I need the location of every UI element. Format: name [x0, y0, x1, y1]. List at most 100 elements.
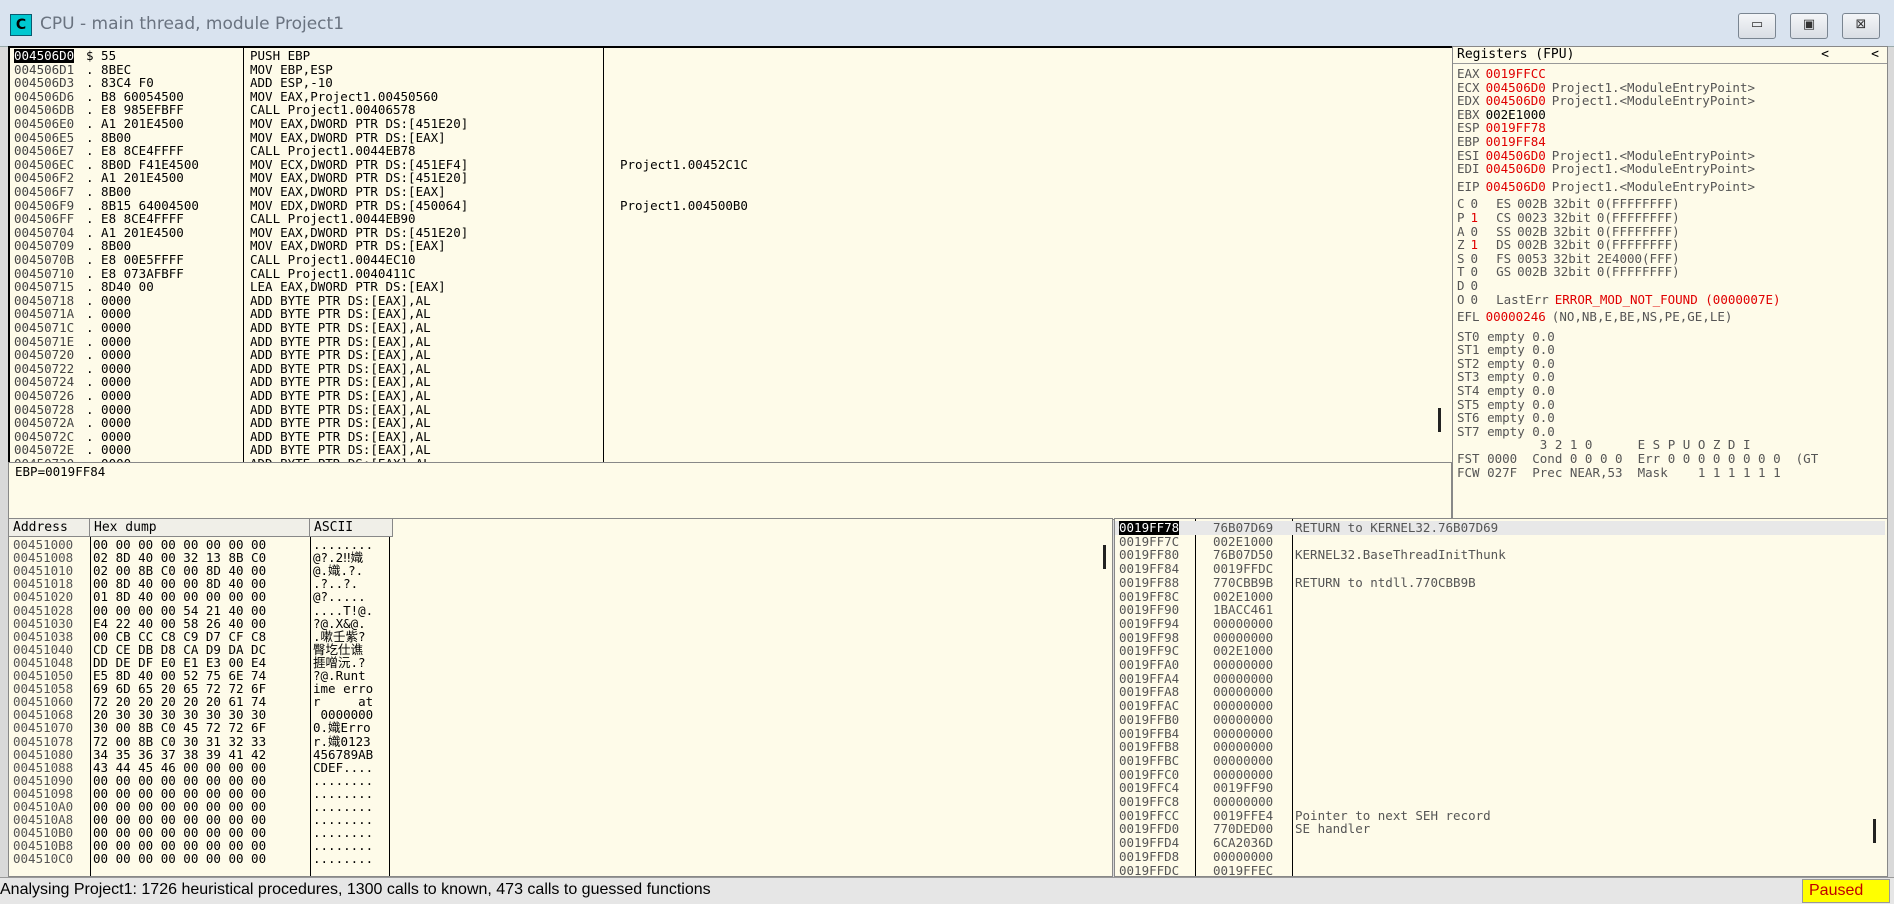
disasm-row[interactable]: 004506E0 . A1 201E4500 MOV EAX,DWORD PTR D… [10, 117, 1450, 131]
header-ascii[interactable]: ASCII [310, 519, 393, 537]
stack-row[interactable]: 0019FFA0 00000000 [1115, 658, 1885, 672]
disasm-instruction: ADD BYTE PTR DS:[EAX],AL [250, 306, 431, 322]
register-line: S 0 FS 0053 32bit 2E4000(FFF) [1457, 251, 1887, 266]
stack-row[interactable]: 0019FFA8 00000000 [1115, 685, 1885, 699]
register-line: O 0 LastErr ERROR_MOD_NOT_FOUND (0000007E) [1457, 292, 1887, 307]
efl-value: 00000246 [1485, 309, 1546, 325]
disasm-row[interactable]: 004506DB . E8 985EFBFF CALL Project1.00406… [10, 103, 1450, 117]
register-line: EIP 004506D0 Project1.<ModuleEntryPoint> [1457, 179, 1887, 194]
scrollbar-thumb[interactable] [1438, 408, 1441, 432]
stack-row[interactable]: 0019FFC4 0019FF90 [1115, 781, 1885, 795]
registers-pane[interactable]: Registers (FPU) < < EAX 0019FFCC ECX 004506… [1452, 46, 1888, 520]
disasm-row[interactable]: 004506D3 . 83C4 F0 ADD ESP,-10 [10, 76, 1450, 90]
hex-dump-pane[interactable]: Address Hex dump ASCII 00451000 00 00 00 … [8, 518, 1113, 877]
disasm-row[interactable]: 00450709 . 8B00 MOV EAX,DWORD PTR DS:[EAX] [10, 239, 1450, 253]
header-address[interactable]: Address [9, 519, 90, 537]
disasm-hex: . A1 201E4500 [86, 170, 184, 186]
stack-row[interactable]: 0019FFCC 0019FFE4 Pointer to next SEH reco… [1115, 808, 1885, 823]
stack-row[interactable]: 0019FF98 00000000 [1115, 630, 1885, 645]
dump-address: 00451040 [13, 641, 74, 657]
stack-row[interactable]: 0019FFD4 6CA2036D [1115, 836, 1885, 850]
stack-address: 0019FF7C [1119, 533, 1180, 549]
disasm-row[interactable]: 00450726 . 0000 ADD BYTE PTR DS:[EAX],AL [10, 389, 1450, 403]
dump-row[interactable]: 00451088 43 44 45 46 00 00 00 00 CDEF.... [9, 761, 1109, 774]
disasm-row[interactable]: 004506FF . E8 8CE4FFFF CALL Project1.0044E… [10, 212, 1450, 226]
maximize-button[interactable]: ▣ [1790, 13, 1828, 39]
disasm-row[interactable]: 004506E7 . E8 8CE4FFFF CALL Project1.0044E… [10, 144, 1450, 158]
stack-row[interactable]: 0019FF88 770CBB9B RETURN to ntdll.770CBB9B [1115, 576, 1885, 590]
stack-row[interactable]: 0019FF84 0019FFDC [1115, 562, 1885, 576]
disasm-row[interactable]: 004506F2 . A1 201E4500 MOV EAX,DWORD PTR D… [10, 171, 1450, 185]
disasm-row[interactable]: 00450722 . 0000 ADD BYTE PTR DS:[EAX],AL [10, 362, 1450, 376]
disasm-row[interactable]: 0045071E . 0000 ADD BYTE PTR DS:[EAX],AL [10, 334, 1450, 349]
dump-row[interactable]: 00451070 30 00 8B C0 45 72 72 6F 0.嬂Erro [9, 721, 1109, 734]
disasm-row[interactable]: 004506F9 . 8B15 64004500 MOV EDX,DWORD PTR… [10, 198, 1450, 213]
stack-address: 0019FFDC [1119, 862, 1180, 877]
stack-row[interactable]: 0019FF78 76B07D69 RETURN to KERNEL32.76B07… [1115, 521, 1885, 535]
nav-left-icon[interactable]: < [1821, 47, 1829, 63]
stack-row[interactable]: 0019FF94 00000000 [1115, 617, 1885, 631]
stack-row[interactable]: 0019FF8C 002E1000 [1115, 589, 1885, 604]
disasm-instruction: MOV EAX,DWORD PTR DS:[451E20] [250, 116, 469, 131]
disasm-row[interactable]: 0045071C . 0000 ADD BYTE PTR DS:[EAX],AL [10, 321, 1450, 335]
disasm-row[interactable]: 0045070B . E8 00E5FFFF CALL Project1.0044E… [10, 253, 1450, 267]
disasm-address: 004506F7 [14, 184, 75, 199]
dump-row[interactable]: 00451090 00 00 00 00 00 00 00 00........ [9, 774, 1109, 787]
stack-row[interactable]: 0019FF90 1BACC461 [1115, 603, 1885, 617]
registers-body: EAX 0019FFCC ECX 004506D0 Project1.<ModuleEn… [1457, 67, 1887, 479]
stack-row[interactable]: 0019FFDC 0019FFEC [1115, 862, 1885, 877]
stack-row[interactable]: 0019FFA4 00000000 [1115, 671, 1885, 686]
disasm-row[interactable]: 0045072A . 0000 ADD BYTE PTR DS:[EAX],AL [10, 416, 1450, 430]
stack-row[interactable]: 0019FF9C 002E1000 [1115, 644, 1885, 658]
disasm-row[interactable]: 004506E5 . 8B00 MOV EAX,DWORD PTR DS:[EAX] [10, 130, 1450, 145]
dump-row[interactable]: 00451078 72 00 8B C0 30 31 32 33 r.嬂0123 [9, 734, 1109, 747]
stack-row[interactable]: 0019FFB4 00000000 [1115, 726, 1885, 741]
disasm-row[interactable]: 004506D1 . 8BEC MOV EBP,ESP [10, 62, 1450, 77]
disasm-row[interactable]: 004506F7 . 8B00 MOV EAX,DWORD PTR DS:[EAX] [10, 185, 1450, 199]
dump-row[interactable]: 00451030 E4 22 40 00 58 26 40 00 ?@.X&@. [9, 616, 1109, 629]
header-hex-dump[interactable]: Hex dump [90, 519, 310, 537]
scrollbar-thumb[interactable] [1873, 819, 1876, 843]
disasm-row[interactable]: 004506D0 $ 55 PUSH EBP [10, 49, 1450, 63]
dump-row[interactable]: 00451040 CD CE DB D8 CA D9 DA DC 臀圪仕谯 [9, 643, 1109, 656]
stack-pane[interactable]: 0019FF78 76B07D69 RETURN to KERNEL32.76B07… [1114, 518, 1888, 877]
disasm-row[interactable]: 0045071A . 0000 ADD BYTE PTR DS:[EAX],AL [10, 307, 1450, 321]
disasm-row[interactable]: 00450718 . 0000 ADD BYTE PTR DS:[EAX],AL [10, 294, 1450, 308]
disasm-address: 00450718 [14, 292, 75, 308]
dump-row[interactable]: 00451028 00 00 00 00 54 21 40 00 ....T!@. [9, 603, 1109, 616]
dump-row[interactable]: 00451038 00 CB CC C8 C9 D7 CF C8 .嗽壬紫? [9, 630, 1109, 643]
dump-row[interactable]: 00451080 34 35 36 37 38 39 41 42 456789AB [9, 747, 1109, 760]
disasm-row[interactable]: 00450720 . 0000 ADD BYTE PTR DS:[EAX],AL [10, 348, 1450, 362]
disasm-row[interactable]: 00450715 . 8D40 00 LEA EAX,DWORD PTR DS:[E… [10, 280, 1450, 294]
disasm-row[interactable]: 00450710 . E8 073AFBFF CALL Project1.00404… [10, 266, 1450, 281]
stack-row[interactable]: 0019FFBC 00000000 [1115, 754, 1885, 768]
stack-value: 00000000 [1213, 794, 1274, 809]
stack-row[interactable]: 0019FFAC 00000000 [1115, 699, 1885, 713]
stack-row[interactable]: 0019FF80 76B07D50 KERNEL32.BaseThreadInitT… [1115, 548, 1885, 562]
stack-row[interactable]: 0019FFB0 00000000 [1115, 713, 1885, 727]
disasm-row[interactable]: 004506D6 . B8 60054500 MOV EAX,Project1.00… [10, 90, 1450, 104]
disasm-row[interactable]: 004506EC . 8B0D F41E4500 MOV ECX,DWORD PTR… [10, 158, 1450, 172]
minimize-button[interactable]: ▭ [1738, 13, 1776, 39]
dump-row[interactable]: 00451020 01 8D 40 00 00 00 00 00 @?..... [9, 590, 1109, 603]
stack-row[interactable]: 0019FFC8 00000000 [1115, 795, 1885, 809]
stack-address: 0019FFA8 [1119, 684, 1180, 700]
disasm-hex: . 83C4 F0 [86, 75, 154, 91]
disasm-address: 004506E7 [14, 143, 75, 159]
paused-badge: Paused [1802, 879, 1890, 903]
disasm-row[interactable]: 00450724 . 0000 ADD BYTE PTR DS:[EAX],AL [10, 375, 1450, 389]
stack-row[interactable]: 0019FFC0 00000000 [1115, 767, 1885, 782]
disassembly-pane[interactable]: 004506D0 $ 55 PUSH EBP 004506D1 . 8BEC MOV EB… [8, 46, 1454, 464]
stack-row[interactable]: 0019FFB8 00000000 [1115, 740, 1885, 754]
dump-row[interactable]: 004510C0 00 00 00 00 00 00 00 00........ [9, 852, 1109, 865]
stack-row[interactable]: 0019FF7C 002E1000 [1115, 533, 1885, 549]
disasm-row[interactable]: 0045072C . 0000 ADD BYTE PTR DS:[EAX],AL [10, 430, 1450, 444]
disasm-row[interactable]: 00450728 . 0000 ADD BYTE PTR DS:[EAX],AL [10, 402, 1450, 417]
disasm-row[interactable]: 0045072E . 0000 ADD BYTE PTR DS:[EAX],AL [10, 443, 1450, 457]
stack-row[interactable]: 0019FFD0 770DED00 SE handler [1115, 822, 1885, 836]
stack-row[interactable]: 0019FFD8 00000000 [1115, 850, 1885, 864]
disasm-row[interactable]: 00450704 . A1 201E4500 MOV EAX,DWORD PTR D… [10, 226, 1450, 240]
scrollbar-thumb[interactable] [1103, 545, 1106, 569]
nav-right-icon[interactable]: < [1871, 47, 1879, 63]
close-button[interactable]: ⊠ [1842, 13, 1880, 39]
